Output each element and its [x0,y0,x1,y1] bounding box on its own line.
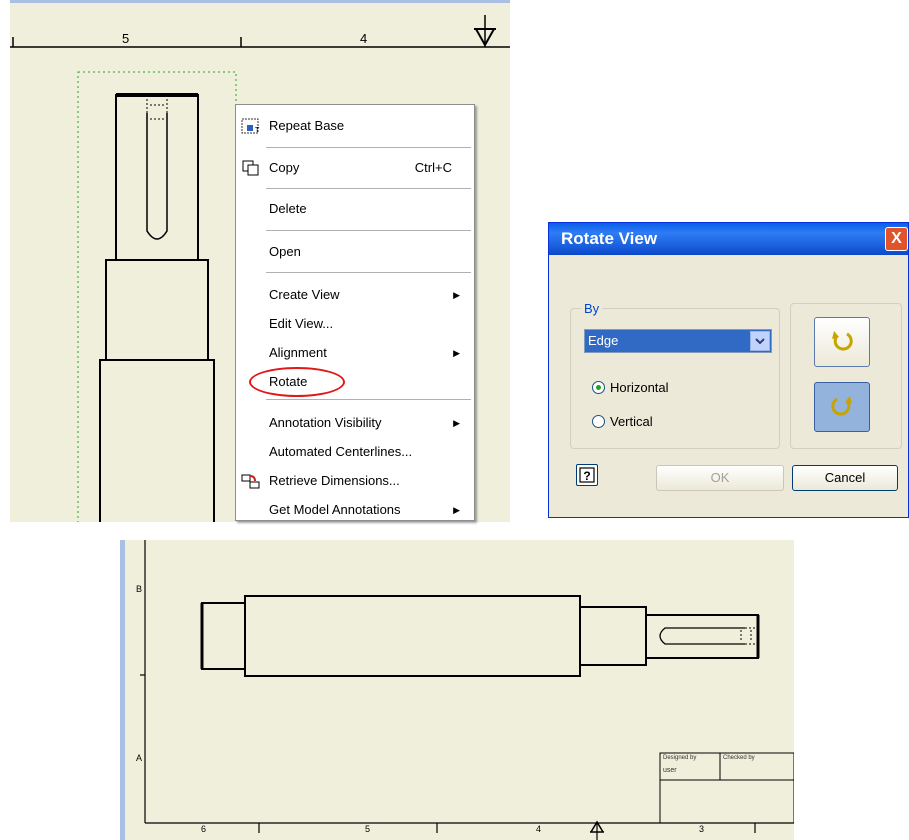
designer-name: user [663,767,677,774]
menu-separator [266,272,471,273]
dialog-title: Rotate View [561,229,658,248]
menu-item-open[interactable]: Open [236,240,474,264]
repeat-base-icon: T [241,118,260,134]
submenu-arrow-icon: ▶ [453,505,460,515]
menu-item-label: Automated Centerlines... [269,444,413,459]
menu-item-automated-centerlines[interactable]: Automated Centerlines... [236,440,474,464]
svg-text:T: T [255,127,260,134]
menu-item-label: Copy [269,160,300,175]
rotate-ccw-icon [832,331,853,351]
help-icon: ? [579,467,595,483]
checked-by-label: Checked by [723,755,755,761]
menu-item-get-model-annotations[interactable]: Get Model Annotations ▶ [236,498,474,522]
ruler-label-5: 5 [122,31,130,46]
by-select[interactable]: Edge [584,329,772,353]
menu-separator [266,147,471,148]
menu-separator [266,399,471,400]
by-select-value: Edge [588,333,619,348]
dialog-titlebar[interactable]: Rotate View X [549,223,908,255]
retrieve-dimensions-icon [241,474,260,489]
ruler-label-4: 4 [360,31,368,46]
submenu-arrow-icon: ▶ [453,348,460,358]
menu-item-label: Repeat Base [269,118,345,133]
by-group-label: By [581,301,603,316]
submenu-arrow-icon: ▶ [453,290,460,300]
menu-item-label: Open [269,244,301,259]
radio-label: Vertical [610,414,653,429]
menu-item-label: Retrieve Dimensions... [269,473,400,488]
radio-button[interactable] [592,415,605,428]
menu-item-label: Create View [269,287,340,302]
menu-item-shortcut: Ctrl+C [414,160,452,175]
menu-item-create-view[interactable]: Create View ▶ [236,283,474,307]
menu-item-label: Get Model Annotations [269,502,401,517]
row-label-a: A [136,753,143,763]
menu-item-label: Alignment [269,345,327,360]
context-menu: T Repeat Base Copy Ctrl+C Delete Open Cr… [235,104,475,521]
drawing-canvas [140,540,794,840]
ruler-label-6: 6 [201,824,207,834]
rotate-cw-icon [831,396,852,416]
menu-item-label: Annotation Visibility [269,415,382,430]
chevron-down-icon[interactable] [750,331,770,351]
cancel-button[interactable]: Cancel [792,465,898,491]
close-button[interactable]: X [885,227,908,251]
designed-by-label: Designed by [663,755,697,761]
rotate-highlight-circle [249,367,345,397]
menu-item-label: Delete [269,201,307,216]
ruler-label-4: 4 [536,824,542,834]
help-button[interactable]: ? [576,464,598,486]
copy-icon [242,160,259,176]
menu-separator [266,230,471,231]
rotate-clockwise-button[interactable] [814,382,870,432]
menu-item-copy[interactable]: Copy Ctrl+C [236,156,474,180]
drawing-sheet-bottom[interactable]: B A 6 5 4 3 Designed by Checked by user [120,540,794,840]
menu-item-label: Edit View... [269,316,334,331]
menu-item-retrieve-dimensions[interactable]: Retrieve Dimensions... [236,469,474,493]
menu-item-repeat-base[interactable]: T Repeat Base [236,114,474,138]
row-label-b: B [136,584,143,594]
menu-item-edit-view[interactable]: Edit View... [236,312,474,336]
radio-label: Horizontal [610,380,669,395]
menu-item-annotation-visibility[interactable]: Annotation Visibility ▶ [236,411,474,435]
rotate-counterclockwise-button[interactable] [814,317,870,367]
ruler-label-3: 3 [699,824,705,834]
menu-separator [266,188,471,189]
radio-button-checked[interactable] [592,381,605,394]
menu-item-delete[interactable]: Delete [236,197,474,221]
svg-text:?: ? [583,469,590,483]
submenu-arrow-icon: ▶ [453,418,460,428]
ruler-label-5: 5 [365,824,371,834]
menu-item-alignment[interactable]: Alignment ▶ [236,341,474,365]
ok-button[interactable]: OK [656,465,784,491]
